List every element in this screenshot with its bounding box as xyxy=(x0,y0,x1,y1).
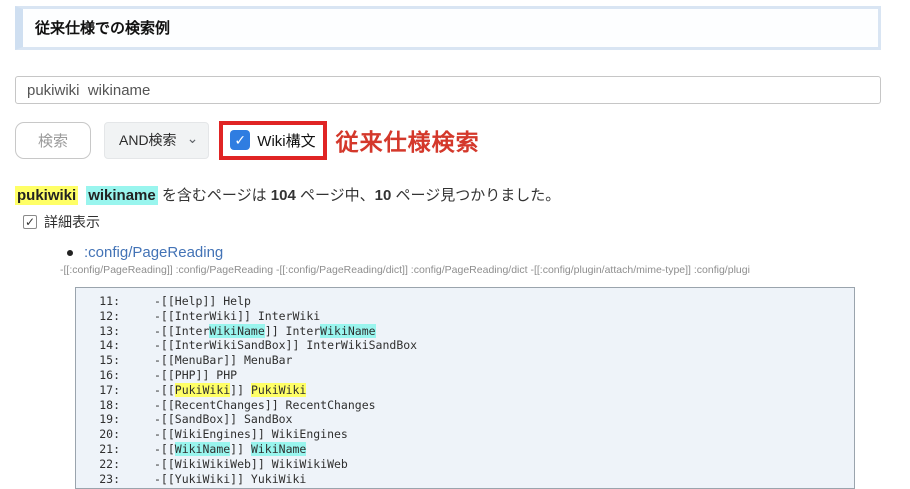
wiki-syntax-label: Wiki構文 xyxy=(257,130,315,151)
list-item: :config/PageReading xyxy=(67,244,895,261)
result-found-pages: 10 xyxy=(375,187,392,204)
search-result-summary: pukiwiki wikiname を含むページは 104 ページ中、10 ページ… xyxy=(15,184,895,205)
result-total-pages: 104 xyxy=(271,187,296,204)
wiki-syntax-highlight-box: ✓ Wiki構文 xyxy=(219,121,326,160)
result-snippet: -[[:config/PageReading]] :config/PageRea… xyxy=(60,264,895,276)
page-title: 従来仕様での検索例 xyxy=(35,20,170,37)
code-line: 13:-[[InterWikiName]] InterWikiName xyxy=(76,324,854,339)
code-line: 21:-[[WikiName]] WikiName xyxy=(76,442,854,457)
search-mode-value: AND検索 xyxy=(119,130,177,150)
code-line: 23:-[[YukiWiki]] YukiWiki xyxy=(76,472,854,487)
search-button[interactable]: 検索 xyxy=(15,122,91,159)
detail-display-label: 詳細表示 xyxy=(44,212,100,232)
code-line: 20:-[[WikiEngines]] WikiEngines xyxy=(76,427,854,442)
check-icon: ✓ xyxy=(25,215,35,229)
detail-display-checkbox[interactable]: ✓ xyxy=(23,215,37,229)
code-line: 18:-[[RecentChanges]] RecentChanges xyxy=(76,398,854,413)
result-text-mid1: を含むページは xyxy=(158,187,271,204)
page: 従来仕様での検索例 検索 AND検索 ⌄ ✓ Wiki構文 従来仕様検索 puk… xyxy=(0,0,910,489)
search-controls: 検索 AND検索 ⌄ ✓ Wiki構文 従来仕様検索 xyxy=(15,118,895,162)
bullet-icon xyxy=(67,250,73,256)
detail-display-row: ✓ 詳細表示 xyxy=(23,212,895,232)
code-line: 19:-[[SandBox]] SandBox xyxy=(76,412,854,427)
search-mode-select[interactable]: AND検索 ⌄ xyxy=(104,122,209,159)
code-line: 12:-[[InterWiki]] InterWiki xyxy=(76,309,854,324)
wiki-syntax-checkbox[interactable]: ✓ xyxy=(230,130,250,150)
result-list: :config/PageReading -[[:config/PageReadi… xyxy=(15,244,895,489)
legacy-search-annotation: 従来仕様検索 xyxy=(336,123,480,157)
code-line: 15:-[[MenuBar]] MenuBar xyxy=(76,353,854,368)
code-line: 16:-[[PHP]] PHP xyxy=(76,368,854,383)
code-line: 14:-[[InterWikiSandBox]] InterWikiSandBo… xyxy=(76,338,854,353)
code-block: 11:-[[Help]] Help12:-[[InterWiki]] Inter… xyxy=(75,287,855,489)
section-header: 従来仕様での検索例 xyxy=(15,6,881,50)
check-icon: ✓ xyxy=(234,132,246,149)
code-line: 17:-[[PukiWiki]] PukiWiki xyxy=(76,383,854,398)
result-page-link[interactable]: :config/PageReading xyxy=(84,244,223,261)
chevron-down-icon: ⌄ xyxy=(187,131,199,145)
code-line: 22:-[[WikiWikiWeb]] WikiWikiWeb xyxy=(76,457,854,472)
result-term-2: wikiname xyxy=(86,186,158,205)
search-input[interactable] xyxy=(15,76,881,104)
code-line: 11:-[[Help]] Help xyxy=(76,294,854,309)
result-text-tail: ページ見つかりました。 xyxy=(391,187,560,204)
result-text-mid2: ページ中、 xyxy=(296,187,375,204)
result-term-1: pukiwiki xyxy=(15,186,78,205)
